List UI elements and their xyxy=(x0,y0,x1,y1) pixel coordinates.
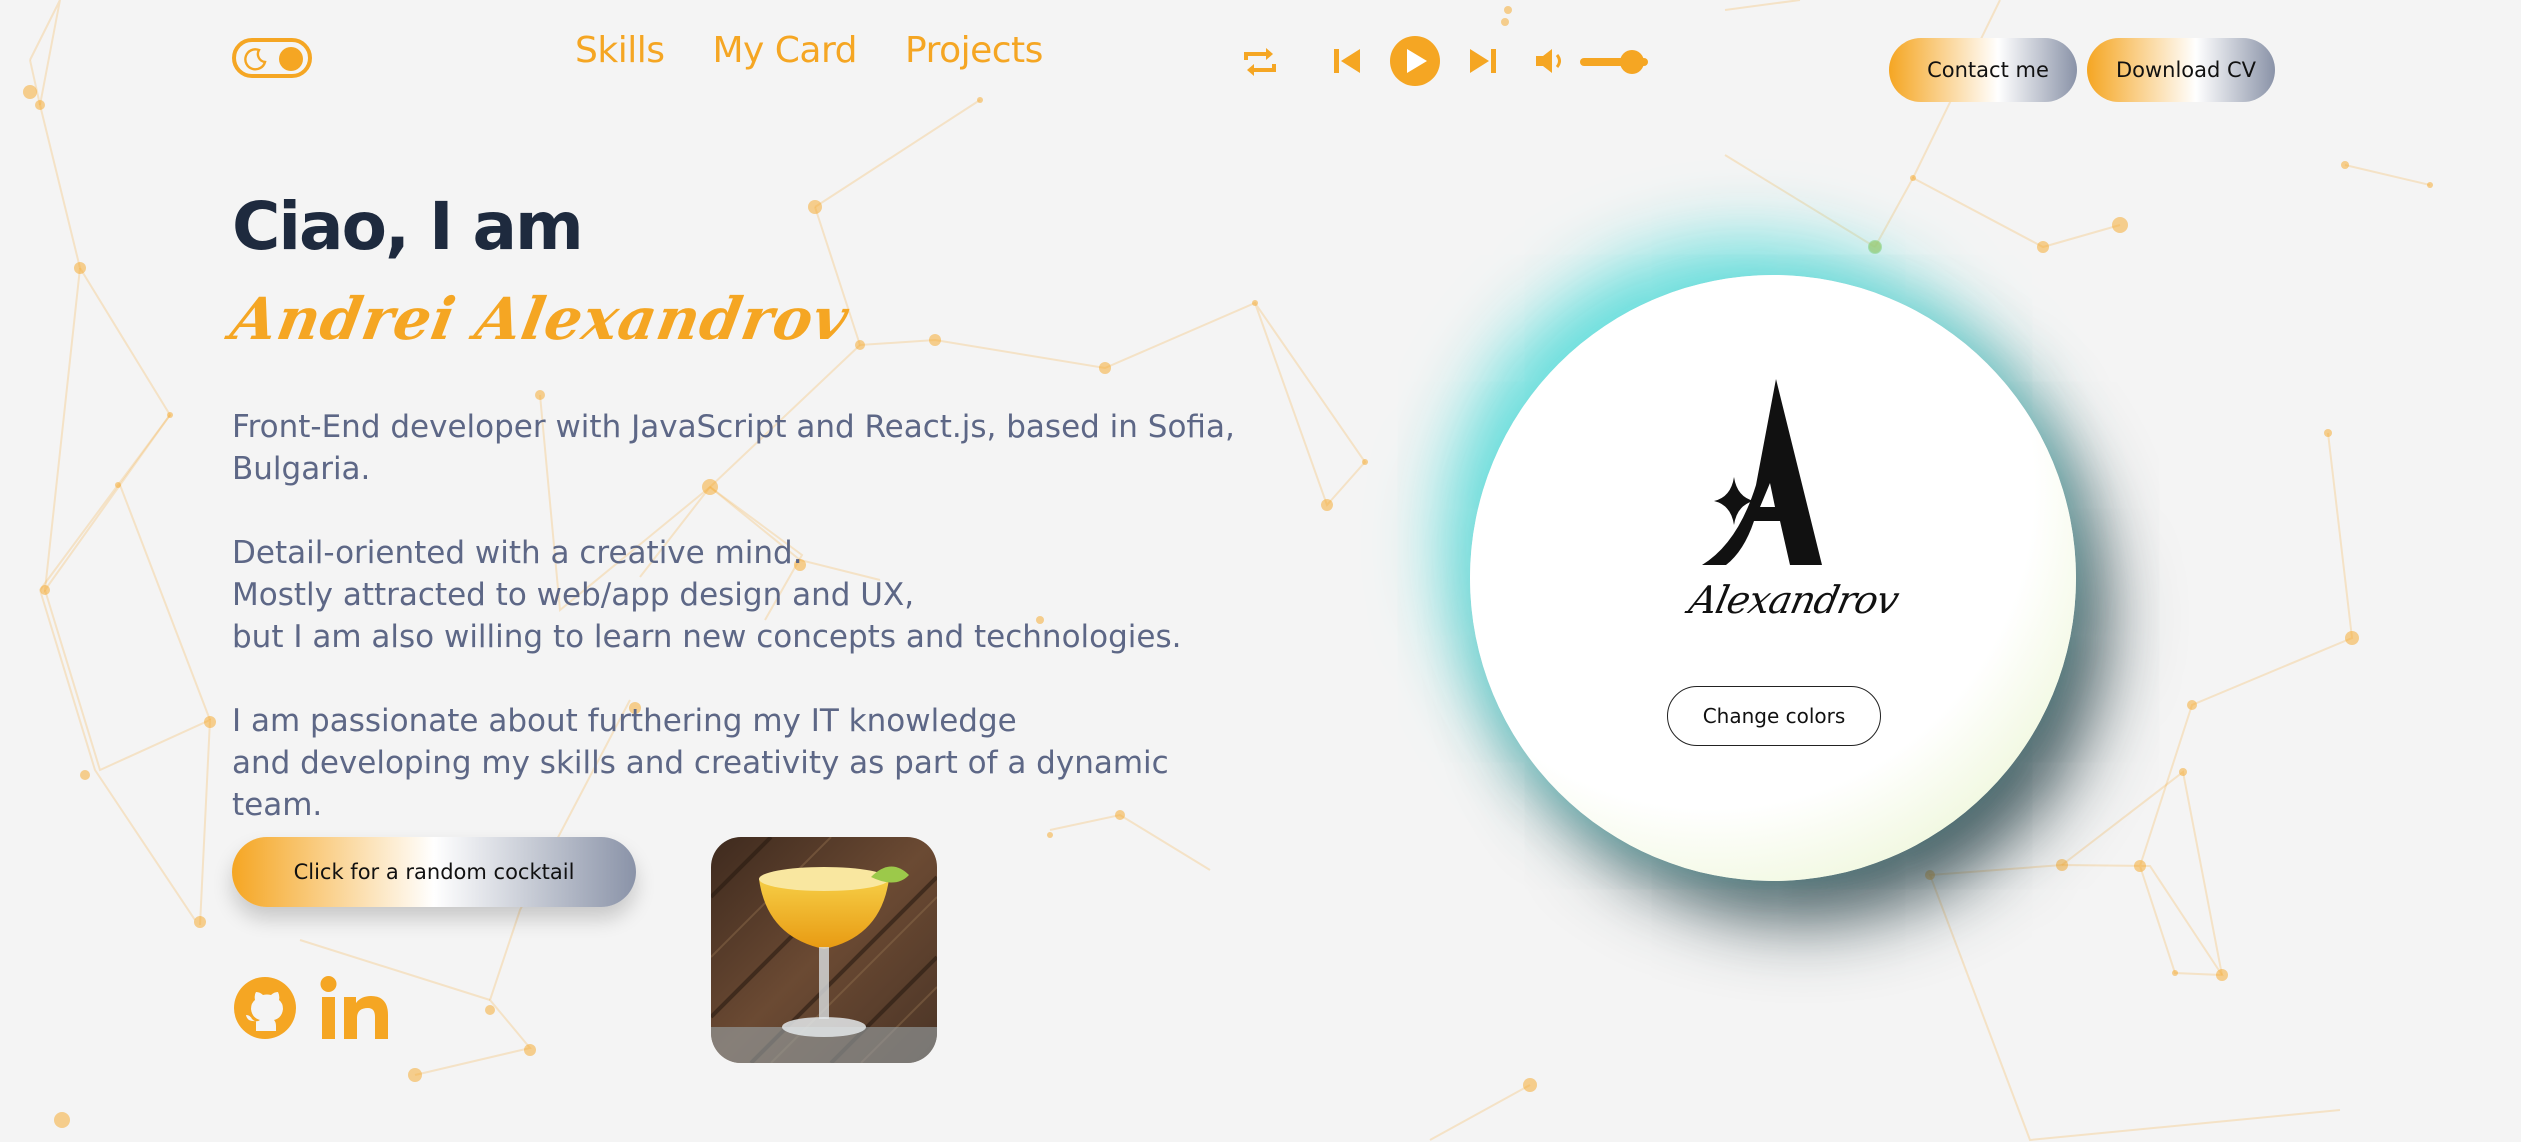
nav-link-my-card[interactable]: My Card xyxy=(712,30,857,71)
change-colors-button[interactable]: Change colors xyxy=(1667,686,1881,746)
greeting-heading: Ciao, I am xyxy=(232,188,584,265)
moon-icon xyxy=(244,48,267,71)
cocktail-image[interactable] xyxy=(711,837,937,1063)
theme-toggle[interactable] xyxy=(232,38,312,78)
github-icon xyxy=(234,977,296,1039)
random-cocktail-button[interactable]: Click for a random cocktail xyxy=(232,837,636,907)
previous-icon[interactable] xyxy=(1332,46,1362,76)
name-signature: Andrei Alexandrov xyxy=(226,285,855,353)
bio-line: Bulgaria. xyxy=(232,451,371,487)
bio-line: I am passionate about furthering my IT k… xyxy=(232,703,1017,739)
repeat-icon[interactable] xyxy=(1240,44,1280,80)
volume-slider[interactable] xyxy=(1580,50,1648,74)
social-links xyxy=(232,975,390,1045)
logo-signature: Alexandrov xyxy=(1685,578,1903,622)
bio-line: but I am also willing to learn new conce… xyxy=(232,619,1182,655)
volume-slider-thumb[interactable] xyxy=(1620,50,1644,74)
portfolio-page: Skills My Card Projects Contact me Downl… xyxy=(0,0,2521,1142)
toggle-knob xyxy=(279,47,303,71)
linkedin-icon xyxy=(320,976,388,1039)
nav-link-projects[interactable]: Projects xyxy=(905,30,1043,71)
contact-me-button[interactable]: Contact me xyxy=(1889,38,2077,102)
bio-text: Front-End developer with JavaScript and … xyxy=(232,406,1252,826)
nav-link-skills[interactable]: Skills xyxy=(575,30,665,71)
play-icon xyxy=(1407,49,1427,73)
download-cv-button[interactable]: Download CV xyxy=(2087,38,2275,102)
cocktail-illustration xyxy=(711,837,937,1063)
main-nav: Skills My Card Projects xyxy=(575,30,1043,71)
bio-line: Front-End developer with JavaScript and … xyxy=(232,409,1235,445)
next-icon[interactable] xyxy=(1468,46,1498,76)
play-button[interactable] xyxy=(1390,36,1440,86)
bio-line: Mostly attracted to web/app design and U… xyxy=(232,577,915,613)
bio-line: Detail-oriented with a creative mind. xyxy=(232,535,803,571)
github-link[interactable] xyxy=(232,975,298,1045)
bio-line: and developing my skills and creativity … xyxy=(232,745,1169,823)
linkedin-link[interactable] xyxy=(320,975,390,1045)
volume-icon[interactable] xyxy=(1534,46,1568,76)
